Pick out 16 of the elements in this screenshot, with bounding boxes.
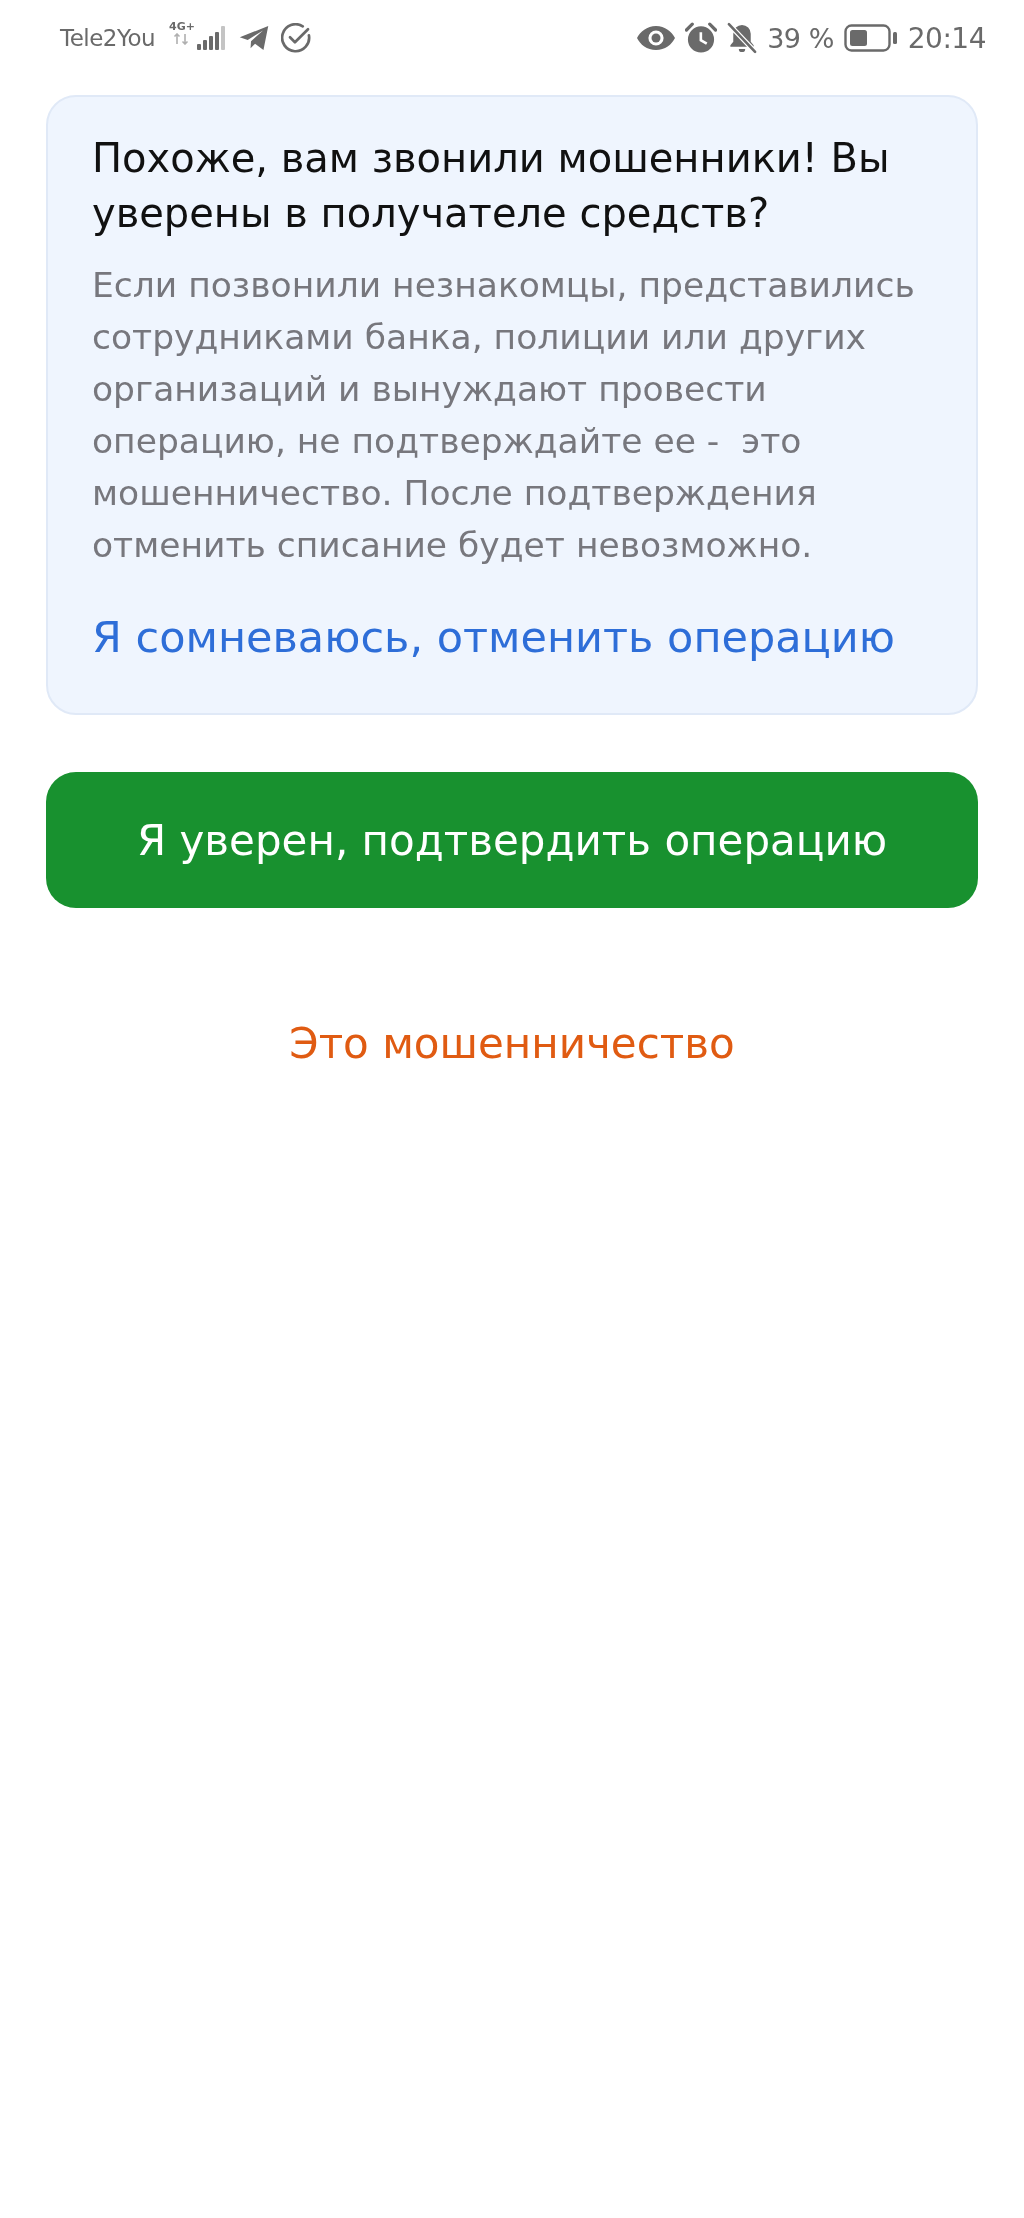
bell-off-icon [727, 22, 758, 54]
clock-time: 20:14 [907, 21, 986, 55]
alarm-clock-icon [685, 22, 718, 54]
cancel-operation-link[interactable]: Я сомневаюсь, отменить операцию [92, 609, 896, 665]
check-circle-icon [281, 23, 311, 53]
warning-title: Похоже, вам звонили мошенники! Вы уверены в получателе средств? [92, 134, 891, 238]
report-fraud-link[interactable]: Это мошенничество [289, 1016, 735, 1072]
signal-icon [197, 26, 227, 50]
confirm-operation-button[interactable]: Я уверен, подтвердить операцию [46, 772, 978, 908]
network-type-label: 4G+ [169, 21, 195, 33]
paper-plane-icon [239, 25, 269, 51]
battery-icon [843, 24, 898, 52]
eye-icon [637, 25, 676, 51]
battery-percentage: 39 % [767, 22, 834, 54]
warning-text: Если позвонили незнакомцы, представились сотрудниками банка, полиции или других организаций и вынуждают провести операцию, не подтверждайте ее - это мошенничество. После подтверждения отменить списание будет невозможно. [92, 264, 916, 567]
carrier-name: Tele2You [60, 25, 156, 51]
